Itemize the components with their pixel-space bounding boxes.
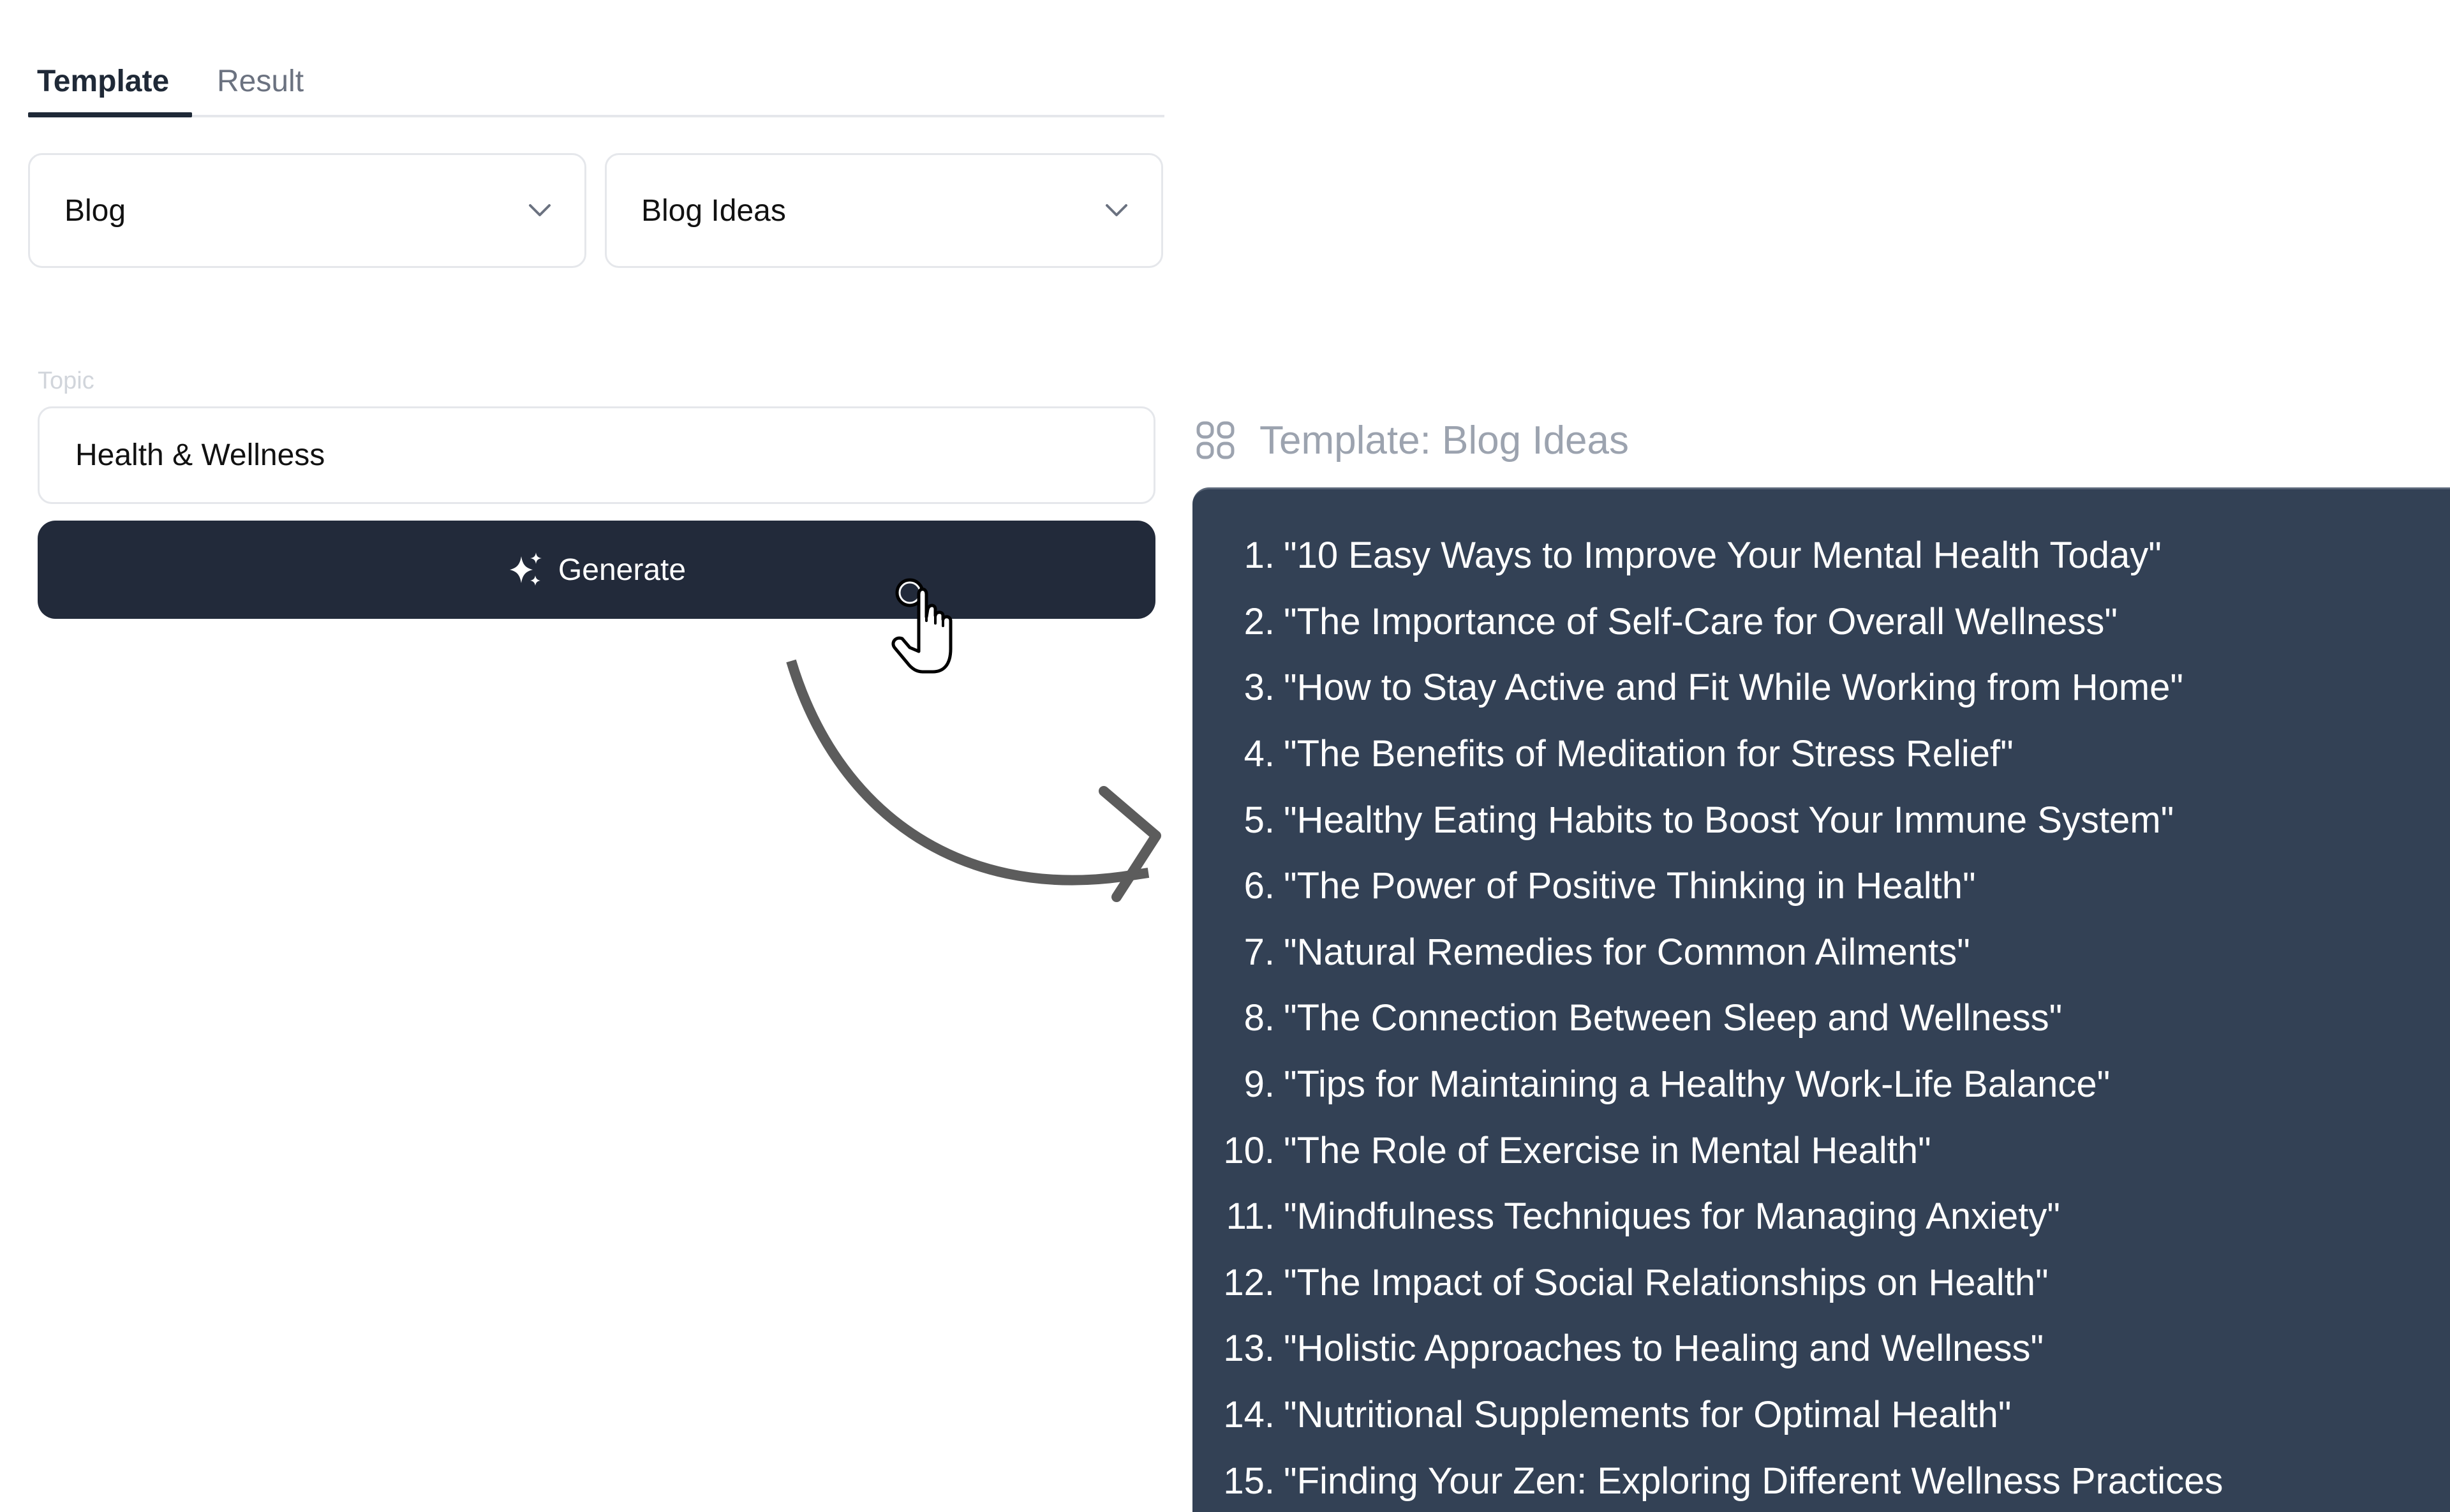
list-item-number: 6.: [1244, 865, 1275, 907]
result-panel: 1. "10 Easy Ways to Improve Your Mental H…: [1192, 487, 2450, 1512]
template-select[interactable]: Blog Ideas: [605, 153, 1163, 268]
blog-ideas-list: 1. "10 Easy Ways to Improve Your Mental H…: [1192, 523, 2450, 1512]
list-item: 1. "10 Easy Ways to Improve Your Mental H…: [1192, 523, 2450, 589]
list-item-number: 3.: [1244, 667, 1275, 709]
list-item-number: 14.: [1223, 1394, 1275, 1436]
list-item: 11. "Mindfulness Techniques for Managing …: [1192, 1183, 2450, 1250]
list-item: 8. "The Connection Between Sleep and Well…: [1192, 985, 2450, 1051]
list-item-number: 13.: [1223, 1328, 1275, 1370]
tab-divider: [28, 115, 1164, 117]
list-item: 10. "The Role of Exercise in Mental Healt…: [1192, 1117, 2450, 1183]
chevron-down-icon: [1104, 198, 1129, 223]
template-select-value: Blog Ideas: [641, 193, 786, 228]
category-select[interactable]: Blog: [28, 153, 586, 268]
list-item: 7. "Natural Remedies for Common Ailments": [1192, 919, 2450, 986]
list-item-text: "Natural Remedies for Common Ailments": [1284, 931, 1970, 973]
list-item-text: "The Role of Exercise in Mental Health": [1284, 1129, 1931, 1171]
sparkles-icon: [507, 551, 544, 588]
tab-bar: Template Result: [28, 26, 1164, 117]
list-item-text: "Finding Your Zen: Exploring Different W…: [1284, 1460, 2224, 1502]
generate-button[interactable]: Generate: [38, 521, 1155, 619]
list-item-text: "Nutritional Supplements for Optimal Hea…: [1284, 1394, 2012, 1436]
list-item: 9. "Tips for Maintaining a Healthy Work-L…: [1192, 1051, 2450, 1118]
list-item-number: 9.: [1244, 1064, 1275, 1106]
list-item-number: 1.: [1244, 535, 1275, 577]
list-item-number: 5.: [1244, 799, 1275, 841]
list-item-text: "The Importance of Self-Care for Overall…: [1284, 600, 2118, 642]
list-item-text: "Mindfulness Techniques for Managing Anx…: [1284, 1196, 2060, 1238]
list-item-text: "The Connection Between Sleep and Wellne…: [1284, 997, 2063, 1039]
curved-arrow-icon: [786, 659, 1161, 902]
grid-icon: [1196, 421, 1235, 459]
list-item: 15. "Finding Your Zen: Exploring Differen…: [1192, 1448, 2450, 1512]
list-item-text: "How to Stay Active and Fit While Workin…: [1284, 667, 2184, 709]
generate-button-label: Generate: [558, 552, 687, 587]
list-item-number: 10.: [1223, 1129, 1275, 1171]
active-tab-indicator: [28, 112, 192, 117]
list-item-text: "The Impact of Social Relationships on H…: [1284, 1261, 2049, 1303]
list-item-number: 15.: [1223, 1460, 1275, 1502]
list-item-text: "The Benefits of Meditation for Stress R…: [1284, 733, 2014, 775]
list-item: 12. "The Impact of Social Relationships o…: [1192, 1250, 2450, 1316]
list-item-number: 4.: [1244, 733, 1275, 775]
list-item-text: "Holistic Approaches to Healing and Well…: [1284, 1328, 2044, 1370]
list-item-number: 8.: [1244, 997, 1275, 1039]
result-title: Template: Blog Ideas: [1259, 418, 1630, 463]
list-item-text: "Healthy Eating Habits to Boost Your Imm…: [1284, 799, 2174, 841]
app-page: Template Result Blog Blog Ideas Topic Ge…: [0, 0, 2450, 1512]
list-item-number: 12.: [1223, 1261, 1275, 1303]
list-item: 14. "Nutritional Supplements for Optimal …: [1192, 1382, 2450, 1448]
list-item: 5. "Healthy Eating Habits to Boost Your I…: [1192, 787, 2450, 853]
list-item: 13. "Holistic Approaches to Healing and W…: [1192, 1316, 2450, 1382]
list-item: 4. "The Benefits of Meditation for Stress…: [1192, 721, 2450, 787]
chevron-down-icon: [527, 198, 553, 223]
list-item-text: "Tips for Maintaining a Healthy Work-Lif…: [1284, 1064, 2111, 1106]
topic-label: Topic: [38, 367, 94, 394]
list-item-text: "The Power of Positive Thinking in Healt…: [1284, 865, 1976, 907]
tab-result[interactable]: Result: [217, 26, 304, 114]
list-item: 2. "The Importance of Self-Care for Overa…: [1192, 589, 2450, 655]
list-item-number: 2.: [1244, 600, 1275, 642]
list-item-number: 7.: [1244, 931, 1275, 973]
list-item: 6. "The Power of Positive Thinking in Hea…: [1192, 853, 2450, 919]
topic-input[interactable]: [38, 406, 1155, 504]
tab-template[interactable]: Template: [37, 26, 169, 114]
list-item: 3. "How to Stay Active and Fit While Work…: [1192, 655, 2450, 721]
list-item-text: "10 Easy Ways to Improve Your Mental Hea…: [1284, 535, 2162, 577]
category-select-value: Blog: [64, 193, 126, 228]
result-header: Template: Blog Ideas: [1196, 415, 1629, 466]
list-item-number: 11.: [1226, 1196, 1275, 1238]
